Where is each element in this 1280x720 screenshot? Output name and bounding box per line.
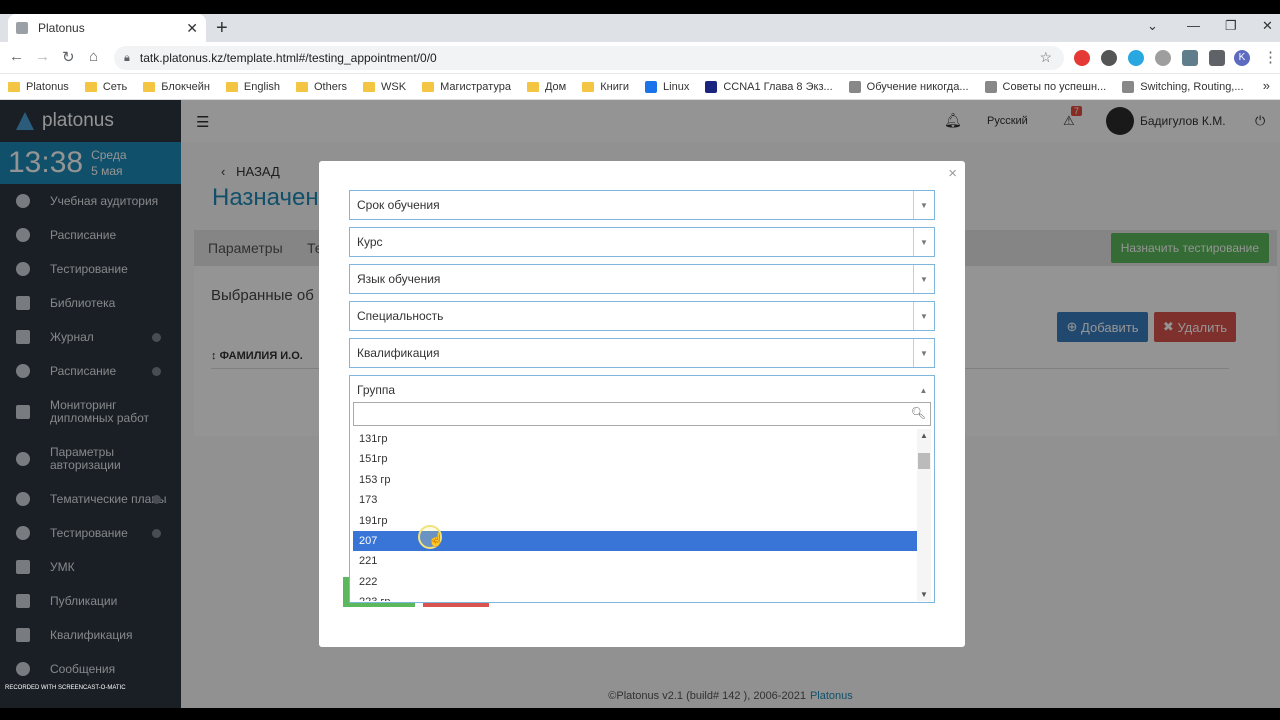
filter-modal: × Срок обучения ▼ Курс ▼ Язык обучения ▼ Сп…: [319, 161, 965, 647]
select-qualification[interactable]: Квалификация ▼: [349, 338, 935, 368]
dropdown-arrow-icon: ▼: [913, 191, 934, 219]
scroll-thumb[interactable]: [918, 453, 930, 469]
bookmarks-more-icon[interactable]: »: [1263, 78, 1270, 93]
dropdown-arrow-icon: ▼: [913, 265, 934, 293]
url-text: tatk.platonus.kz/template.html#/testing_…: [139, 51, 437, 65]
bookmarks-bar: Platonus Сеть Блокчейн English Others WS…: [0, 74, 1280, 100]
bookmark-item[interactable]: Linux: [645, 80, 689, 93]
scroll-up-icon[interactable]: ▲: [920, 431, 928, 440]
minimize-icon[interactable]: —: [1187, 18, 1200, 33]
select-specialty[interactable]: Специальность ▼: [349, 301, 935, 331]
folder-icon: [225, 81, 238, 92]
bookmark-item[interactable]: CCNA1 Глава 8 Экз...: [705, 80, 833, 93]
modal-close-icon[interactable]: ×: [948, 165, 957, 182]
reload-icon[interactable]: ↻: [62, 48, 75, 66]
extension-circle-icon[interactable]: [1101, 50, 1117, 66]
folder-icon: [143, 81, 156, 92]
restore-icon[interactable]: ❐: [1225, 18, 1237, 34]
bookmark-item[interactable]: Магистратура: [422, 81, 511, 93]
dropdown-arrow-icon: ▼: [913, 302, 934, 330]
pe-site-icon: [705, 80, 718, 93]
browser-menu-icon[interactable]: ⋮: [1263, 48, 1278, 66]
select-course[interactable]: Курс ▼: [349, 227, 935, 257]
select-study-duration[interactable]: Срок обучения ▼: [349, 190, 935, 220]
bookmark-item[interactable]: Platonus: [8, 81, 69, 93]
bookmark-item[interactable]: Книги: [582, 81, 629, 93]
folder-icon: [422, 81, 435, 92]
window-close-icon[interactable]: ✕: [1262, 18, 1273, 34]
list-item[interactable]: 173: [353, 490, 917, 510]
group-dropdown: 🔍︎ 131гр 151гр 153 гр 173 191гр 207 221 …: [349, 399, 935, 603]
address-bar[interactable]: 🔒︎ tatk.platonus.kz/template.html#/testi…: [114, 46, 1064, 70]
adblock-icon[interactable]: [1074, 50, 1090, 66]
list-item[interactable]: 222: [353, 572, 917, 592]
browser-toolbar: ← → ↻ ⌂ 🔒︎ tatk.platonus.kz/template.htm…: [0, 42, 1280, 74]
dropdown-arrow-icon: ▼: [913, 228, 934, 256]
extension-box-icon[interactable]: [1182, 50, 1198, 66]
folder-icon: [84, 81, 97, 92]
bookmark-item[interactable]: Советы по успешн...: [984, 80, 1106, 93]
list-item[interactable]: 153 гр: [353, 470, 917, 490]
bookmark-item[interactable]: Switching, Routing,...: [1122, 80, 1244, 93]
mouse-cursor-icon: ☝: [428, 532, 445, 547]
site-icon: [1122, 80, 1135, 93]
dropdown-scrollbar[interactable]: ▲ ▼: [917, 429, 931, 601]
letterbox-bottom: [0, 708, 1280, 720]
profile-avatar[interactable]: K: [1234, 50, 1250, 66]
lock-icon: 🔒︎: [124, 51, 130, 64]
folder-icon: [526, 81, 539, 92]
forward-arrow-icon[interactable]: →: [35, 48, 50, 65]
list-item[interactable]: 151гр: [353, 449, 917, 469]
scroll-down-icon[interactable]: ▼: [920, 590, 928, 599]
home-icon[interactable]: ⌂: [89, 48, 98, 65]
recorder-watermark: RECORDED WITH SCREENCAST-O-MATIC: [5, 685, 126, 691]
tab-search-icon[interactable]: ⌄: [1147, 18, 1158, 34]
browser-tabbar: Platonus ✕ + ⌄ — ❐ ✕: [0, 14, 1280, 42]
site-icon: [984, 80, 997, 93]
new-tab-button[interactable]: +: [216, 17, 228, 40]
screen: Platonus ✕ + ⌄ — ❐ ✕ ← → ↻ ⌂ 🔒︎ tatk.pla…: [0, 0, 1280, 720]
bookmark-item[interactable]: Блокчейн: [143, 81, 210, 93]
cloud-extension-icon[interactable]: [1128, 50, 1144, 66]
list-item[interactable]: 221: [353, 551, 917, 571]
bookmark-item[interactable]: Дом: [526, 81, 566, 93]
group-search-input[interactable]: 🔍︎: [353, 402, 931, 426]
folder-icon: [296, 81, 308, 92]
search-icon: 🔍︎: [910, 406, 926, 420]
folder-icon: [582, 81, 595, 92]
extension-gray-icon[interactable]: [1155, 50, 1171, 66]
bookmark-star-icon[interactable]: ☆: [1039, 49, 1052, 66]
bookmark-item[interactable]: Обучение никогда...: [848, 80, 969, 93]
letterbox-top: [0, 0, 1280, 14]
extensions-puzzle-icon[interactable]: [1209, 50, 1225, 66]
list-item[interactable]: 223 гр: [353, 592, 917, 601]
bookmark-item[interactable]: WSK: [363, 81, 406, 93]
linux-site-icon: [645, 80, 658, 93]
bookmark-item[interactable]: Сеть: [84, 81, 127, 93]
tab-favicon-icon: [16, 22, 28, 34]
folder-icon: [363, 81, 376, 92]
bookmark-item[interactable]: English: [225, 81, 280, 93]
list-item[interactable]: 131гр: [353, 429, 917, 449]
back-arrow-icon[interactable]: ←: [9, 48, 24, 65]
browser-tab[interactable]: Platonus ✕: [8, 14, 206, 42]
bookmark-item[interactable]: Others: [296, 81, 347, 93]
site-icon: [848, 80, 861, 93]
group-option-list: 131гр 151гр 153 гр 173 191гр 207 221 222…: [353, 429, 917, 601]
select-study-language[interactable]: Язык обучения ▼: [349, 264, 935, 294]
tab-close-icon[interactable]: ✕: [186, 20, 198, 37]
tab-title: Platonus: [38, 21, 85, 35]
dropdown-arrow-icon: ▼: [913, 339, 934, 367]
folder-icon: [8, 81, 20, 92]
